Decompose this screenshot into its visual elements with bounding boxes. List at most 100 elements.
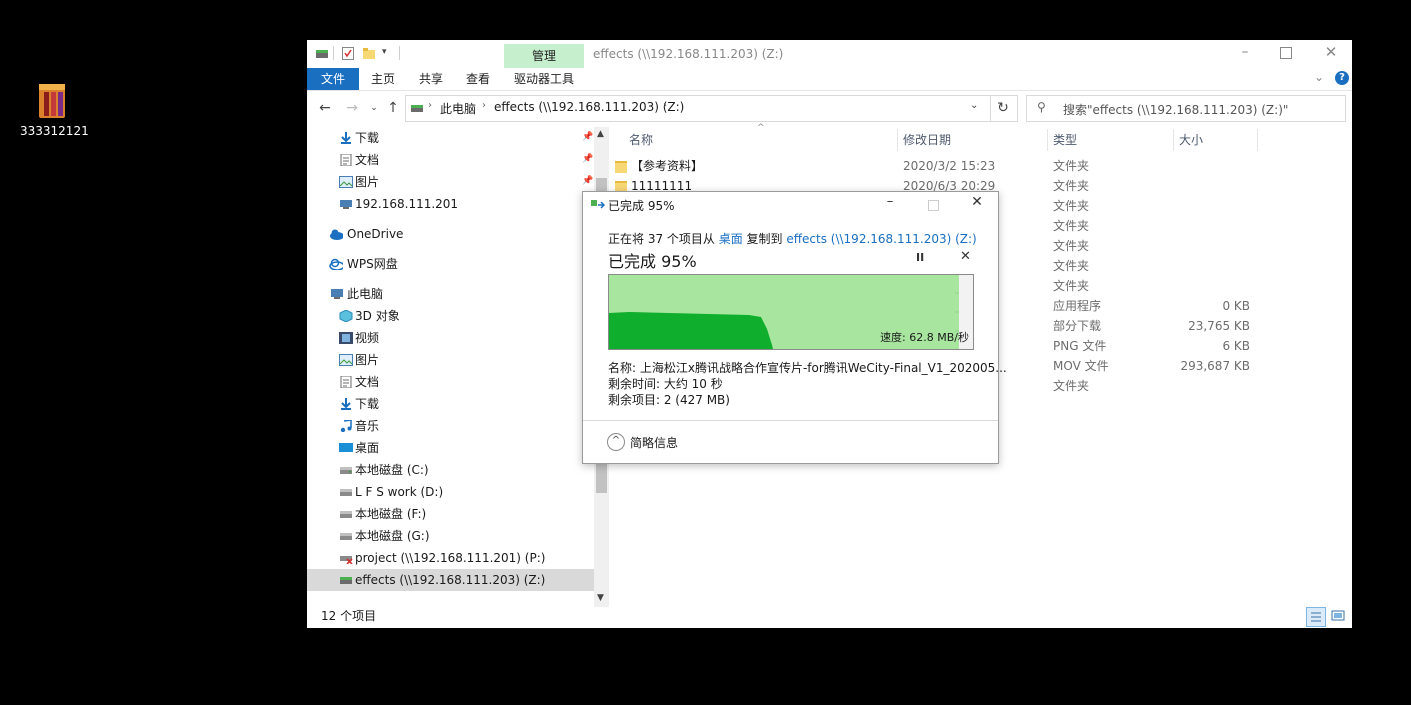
nav-item-label: 本地磁盘 (C:) (355, 463, 429, 477)
breadcrumb-separator-icon: › (428, 100, 432, 111)
column-divider[interactable] (1047, 129, 1048, 151)
large-icons-view-icon[interactable] (1330, 608, 1346, 624)
tab-share[interactable]: 共享 (411, 68, 451, 90)
scroll-down-arrow-icon[interactable]: ▼ (597, 593, 604, 603)
minimize-icon[interactable]: – (1237, 44, 1253, 62)
nav-item-drive-c[interactable]: 本地磁盘 (C:) (307, 459, 594, 481)
local-disk-icon (340, 533, 352, 540)
wps-cloud-icon (329, 258, 343, 270)
drive-icon (315, 48, 329, 60)
destination-link[interactable]: effects (\\192.168.111.203) (Z:) (786, 232, 976, 246)
nav-item-drive-z[interactable]: effects (\\192.168.111.203) (Z:) (307, 569, 594, 591)
nav-item-label: 文档 (355, 153, 380, 167)
table-row[interactable]: 【参考资料】 2020/3/2 15:23 文件夹 (609, 156, 1352, 176)
document-icon (340, 376, 352, 388)
nav-item-label: 图片 (355, 353, 380, 367)
folder-icon (615, 161, 627, 173)
nav-item-videos[interactable]: 视频 (307, 327, 594, 349)
column-header-type[interactable]: 类型 (1053, 131, 1077, 149)
less-details-button[interactable]: 简略信息 (630, 434, 678, 451)
breadcrumb-this-pc[interactable]: 此电脑 (440, 100, 476, 117)
nav-item-this-pc[interactable]: 此电脑 (307, 283, 594, 305)
back-arrow-icon[interactable]: ← (316, 99, 334, 117)
pause-button[interactable]: II (916, 251, 924, 264)
file-name-line: 名称: 上海松江x腾讯战略合作宣传片-for腾讯WeCity-Final_V1_… (608, 361, 1007, 375)
pin-icon[interactable]: 📌 (582, 132, 593, 142)
file-size: 293,687 KB (1180, 359, 1250, 373)
nav-item-label: 此电脑 (347, 287, 384, 301)
picture-icon (339, 354, 353, 366)
file-name: 【参考资料】 (631, 159, 704, 173)
address-dropdown-chevron-icon[interactable]: ⌄ (970, 100, 978, 111)
disconnected-network-drive-icon (340, 556, 353, 564)
toolbar-divider (399, 46, 400, 60)
breadcrumb-effects-drive[interactable]: effects (\\192.168.111.203) (Z:) (494, 100, 684, 114)
desktop-file-icon[interactable]: 333312121 (20, 82, 89, 138)
recent-locations-chevron-icon[interactable]: ⌄ (365, 99, 383, 117)
nav-item-pictures[interactable]: 图片 📌 (307, 171, 594, 193)
desktop-icon-label: 333312121 (20, 124, 89, 138)
pin-icon[interactable]: 📌 (582, 154, 593, 164)
up-arrow-icon[interactable]: ↑ (384, 99, 402, 117)
tab-view[interactable]: 查看 (458, 68, 498, 90)
collapse-chevron-up-icon[interactable]: ^ (607, 433, 625, 451)
nav-item-network-201[interactable]: 192.168.111.201 (307, 193, 594, 215)
pin-icon[interactable]: 📌 (582, 176, 593, 186)
column-header-date[interactable]: 修改日期 (903, 131, 951, 149)
nav-item-label: 下载 (355, 397, 380, 411)
nav-item-drive-f[interactable]: 本地磁盘 (F:) (307, 503, 594, 525)
cancel-button[interactable]: ✕ (960, 249, 971, 264)
file-type: 文件夹 (1053, 219, 1090, 233)
nav-item-pictures-pc[interactable]: 图片 (307, 349, 594, 371)
customize-toolbar-icon[interactable]: ▾ (382, 47, 392, 59)
copy-progress-dialog: 已完成 95% – ✕ 正在将 37 个项目从 桌面 复制到 effects (… (582, 191, 1007, 464)
source-link[interactable]: 桌面 (719, 232, 743, 246)
nav-item-onedrive[interactable]: OneDrive (307, 223, 594, 245)
nav-item-desktop[interactable]: 桌面 (307, 437, 594, 459)
column-header-name[interactable]: 名称 (629, 131, 653, 149)
tab-file[interactable]: 文件 (307, 68, 359, 90)
nav-item-3d-objects[interactable]: 3D 对象 (307, 305, 594, 327)
manage-context-tab[interactable]: 管理 (504, 44, 584, 68)
nav-item-drive-p[interactable]: project (\\192.168.111.201) (P:) (307, 547, 594, 569)
file-date: 2020/3/2 15:23 (903, 159, 996, 173)
document-icon (340, 154, 352, 166)
nav-item-drive-g[interactable]: 本地磁盘 (G:) (307, 525, 594, 547)
column-header-size[interactable]: 大小 (1179, 131, 1203, 149)
nav-item-drive-d[interactable]: L F S work (D:) (307, 481, 594, 503)
close-icon[interactable]: ✕ (970, 194, 984, 212)
nav-item-documents-pc[interactable]: 文档 (307, 371, 594, 393)
column-divider[interactable] (897, 129, 898, 151)
ribbon-expand-chevron-icon[interactable]: ⌄ (1314, 70, 1328, 86)
nav-item-downloads-pc[interactable]: 下载 (307, 393, 594, 415)
local-disk-icon (340, 467, 352, 474)
properties-icon[interactable] (342, 47, 354, 60)
desktop-monitor-icon (339, 443, 353, 452)
forward-arrow-icon[interactable]: → (343, 99, 361, 117)
minimize-icon[interactable]: – (883, 194, 897, 212)
address-input[interactable]: › 此电脑 › effects (\\192.168.111.203) (Z:)… (405, 95, 991, 122)
close-icon[interactable]: ✕ (1323, 43, 1339, 61)
tab-home[interactable]: 主页 (363, 68, 403, 90)
file-type: 文件夹 (1053, 379, 1090, 393)
nav-item-downloads[interactable]: 下载 📌 (307, 127, 594, 149)
nav-item-wps-cloud[interactable]: WPS网盘 (307, 253, 594, 275)
breadcrumb-separator-icon: › (663, 100, 667, 111)
search-input[interactable]: ⚲ 搜索"effects (\\192.168.111.203) (Z:)" (1026, 95, 1346, 122)
scroll-up-arrow-icon[interactable]: ▲ (597, 129, 604, 139)
nav-item-documents[interactable]: 文档 📌 (307, 149, 594, 171)
tab-drive-tools[interactable]: 驱动器工具 (507, 68, 581, 90)
copy-description: 正在将 37 个项目从 桌面 复制到 effects (\\192.168.11… (608, 230, 977, 247)
column-divider[interactable] (1173, 129, 1174, 151)
new-folder-icon[interactable] (363, 48, 375, 59)
nav-item-label: 本地磁盘 (F:) (355, 507, 427, 521)
maximize-icon[interactable] (1280, 47, 1292, 59)
breadcrumb-separator-icon: › (482, 100, 486, 111)
column-divider[interactable] (1257, 129, 1258, 151)
help-icon[interactable]: ? (1335, 71, 1349, 85)
items-remaining-line: 剩余项目: 2 (427 MB) (608, 393, 730, 407)
refresh-icon[interactable]: ↻ (989, 95, 1018, 122)
window-title: effects (\\192.168.111.203) (Z:) (593, 47, 784, 61)
details-view-icon[interactable] (1306, 607, 1326, 627)
nav-item-music[interactable]: 音乐 (307, 415, 594, 437)
